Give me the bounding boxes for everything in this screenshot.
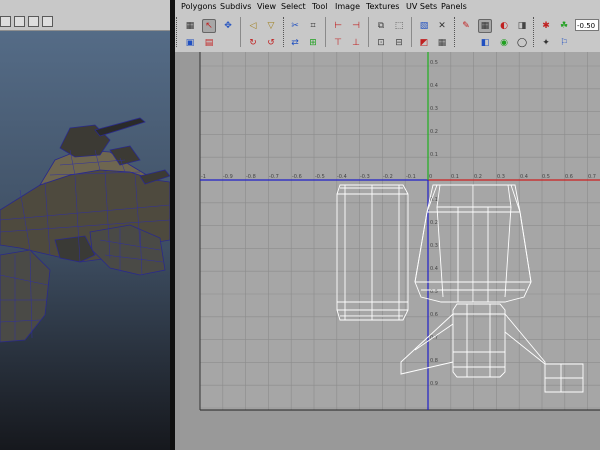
u-label: 0.4 — [520, 174, 528, 180]
shrink-selection-icon[interactable]: ⊟ — [392, 36, 406, 50]
u-label: -0.2 — [383, 174, 393, 180]
menu-textures[interactable]: Textures — [366, 2, 399, 11]
u-label: -0.6 — [292, 174, 302, 180]
grid-icon[interactable]: ▦ — [183, 19, 197, 33]
toolbar-grip — [176, 17, 179, 47]
select-shell-icon[interactable]: ⧉ — [374, 19, 388, 33]
align-right-icon[interactable]: ⊣ — [349, 19, 363, 33]
uv-smudge-icon[interactable]: ▣ — [183, 36, 197, 50]
v-label: 0.8 — [430, 358, 438, 364]
v-label: 0.6 — [430, 312, 438, 318]
u-label: -0.5 — [315, 174, 325, 180]
u-label: 0.2 — [474, 174, 482, 180]
rotate-uv-ccw-icon[interactable]: ↺ — [264, 36, 278, 50]
perspective-viewport[interactable] — [0, 0, 170, 450]
align-bottom-icon[interactable]: ⊥ — [349, 36, 363, 50]
u-label: -0.1 — [406, 174, 416, 180]
vehicle-model — [0, 117, 170, 343]
menu-polygons[interactable]: Polygons — [181, 2, 217, 11]
menu-view[interactable]: View — [257, 2, 276, 11]
toolbar-separator — [368, 17, 369, 47]
rotate-uv-icon[interactable]: ↻ — [246, 36, 260, 50]
v-label: 0.4 — [430, 83, 438, 89]
toolbar-grip — [283, 17, 286, 47]
image-range-icon[interactable]: ☘ — [557, 19, 571, 33]
v-label: 0.2 — [430, 220, 438, 226]
u-label: -0.4 — [337, 174, 347, 180]
display-image-icon[interactable]: ◩ — [417, 36, 431, 50]
uv-move-icon[interactable]: ✥ — [221, 19, 235, 33]
rgb-icon[interactable]: ◉ — [497, 36, 511, 50]
u-label: -0.8 — [246, 174, 256, 180]
u-label: -0.7 — [269, 174, 279, 180]
u-label: 0.3 — [497, 174, 505, 180]
toolbar-separator — [240, 17, 241, 47]
uv-lock-icon[interactable]: ✦ — [539, 36, 553, 50]
uv-grid-panel[interactable]: -1 -0.9 -0.8 -0.7 -0.6 -0.5 -0.4 -0.3 -0… — [175, 52, 600, 450]
toolbar-grip — [533, 17, 536, 47]
magnet-icon[interactable]: ◐ — [497, 19, 511, 33]
toolbar-grip — [454, 17, 457, 47]
u-label: 0.6 — [565, 174, 573, 180]
align-left-icon[interactable]: ⊢ — [331, 19, 345, 33]
menu-image[interactable]: Image — [335, 2, 360, 11]
menu-subdivs[interactable]: Subdivs — [220, 2, 251, 11]
cut-uv-icon[interactable]: ✂ — [288, 19, 302, 33]
grow-selection-icon[interactable]: ⊡ — [374, 36, 388, 50]
uv-select-icon[interactable]: ↖ — [202, 19, 216, 33]
align-top-icon[interactable]: ⊤ — [331, 36, 345, 50]
toolbar-separator — [325, 17, 326, 47]
menu-select[interactable]: Select — [281, 2, 306, 11]
move-sew-icon[interactable]: ⇄ — [288, 36, 302, 50]
v-label: 0.1 — [430, 152, 438, 158]
uv-lattice-icon[interactable]: ▤ — [202, 36, 216, 50]
pixel-snap-icon[interactable]: ✱ — [539, 19, 553, 33]
u-label: 0.1 — [451, 174, 459, 180]
v-label: 0.7 — [430, 335, 438, 341]
v-label: 0.2 — [430, 129, 438, 135]
layout-uv-icon[interactable]: ⊞ — [306, 36, 320, 50]
u-label: 0.5 — [542, 174, 550, 180]
u-label: 0 — [429, 174, 432, 180]
shaded-uv-icon[interactable]: ◧ — [478, 36, 492, 50]
u-label: -0.3 — [360, 174, 370, 180]
toolbar-separator — [411, 17, 412, 47]
v-label: 0.3 — [430, 106, 438, 112]
sew-uv-icon[interactable]: ⌗ — [306, 19, 320, 33]
filter-image-icon[interactable]: ▦ — [435, 36, 449, 50]
v-label: 0.4 — [430, 266, 438, 272]
map-uv-border-icon[interactable]: ✕ — [435, 19, 449, 33]
snapshot-icon[interactable]: ▧ — [417, 19, 431, 33]
flip-u-icon[interactable]: ◁ — [246, 19, 260, 33]
alpha-icon[interactable]: ◯ — [515, 36, 529, 50]
menu-uv-sets[interactable]: UV Sets — [406, 2, 437, 11]
v-label: 0.5 — [430, 60, 438, 66]
menu-bar: Polygons Subdivs View Select Tool Image … — [175, 0, 600, 14]
select-border-icon[interactable]: ⬚ — [392, 19, 406, 33]
flip-v-icon[interactable]: ▽ — [264, 19, 278, 33]
u-label: -0.9 — [223, 174, 233, 180]
v-label: 0.3 — [430, 243, 438, 249]
color-icon[interactable]: ◨ — [515, 19, 529, 33]
isolate-icon[interactable]: ⚐ — [557, 36, 571, 50]
u-label: 0.7 — [588, 174, 596, 180]
v-label: 0.9 — [430, 381, 438, 387]
settings-icon[interactable]: ✎ — [459, 19, 473, 33]
uv-offset-field[interactable]: -0.50 — [575, 19, 599, 31]
checker-icon[interactable]: ▦ — [478, 19, 492, 33]
menu-tool[interactable]: Tool — [312, 2, 328, 11]
u-label: -1 — [201, 174, 206, 180]
menu-panels[interactable]: Panels — [441, 2, 467, 11]
